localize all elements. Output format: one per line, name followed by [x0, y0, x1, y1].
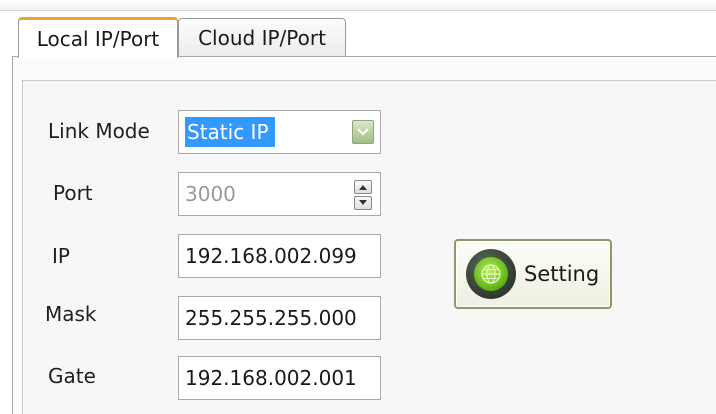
gate-label: Gate — [48, 364, 96, 388]
tab-cloud-ip-port[interactable]: Cloud IP/Port — [178, 18, 346, 56]
port-stepper[interactable]: 3000 — [178, 172, 381, 216]
link-mode-label: Link Mode — [48, 119, 150, 143]
gate-field[interactable]: 192.168.002.001 — [178, 356, 381, 400]
ip-field[interactable]: 192.168.002.099 — [178, 234, 381, 278]
port-value: 3000 — [185, 182, 236, 206]
ip-label: IP — [52, 244, 70, 268]
window-top-border — [0, 0, 716, 11]
setting-button-label: Setting — [524, 262, 600, 286]
tab-local-ip-port[interactable]: Local IP/Port — [18, 17, 178, 58]
mask-label: Mask — [45, 302, 97, 326]
setting-button[interactable]: Setting — [454, 239, 612, 309]
spin-down-icon[interactable] — [354, 196, 372, 210]
spin-up-icon[interactable] — [354, 180, 372, 194]
chevron-down-icon[interactable] — [352, 120, 374, 144]
link-mode-select[interactable]: Static IP — [178, 110, 381, 154]
globe-icon — [466, 249, 516, 299]
port-label: Port — [53, 181, 93, 205]
mask-field[interactable]: 255.255.255.000 — [178, 296, 381, 340]
link-mode-value: Static IP — [185, 117, 275, 147]
